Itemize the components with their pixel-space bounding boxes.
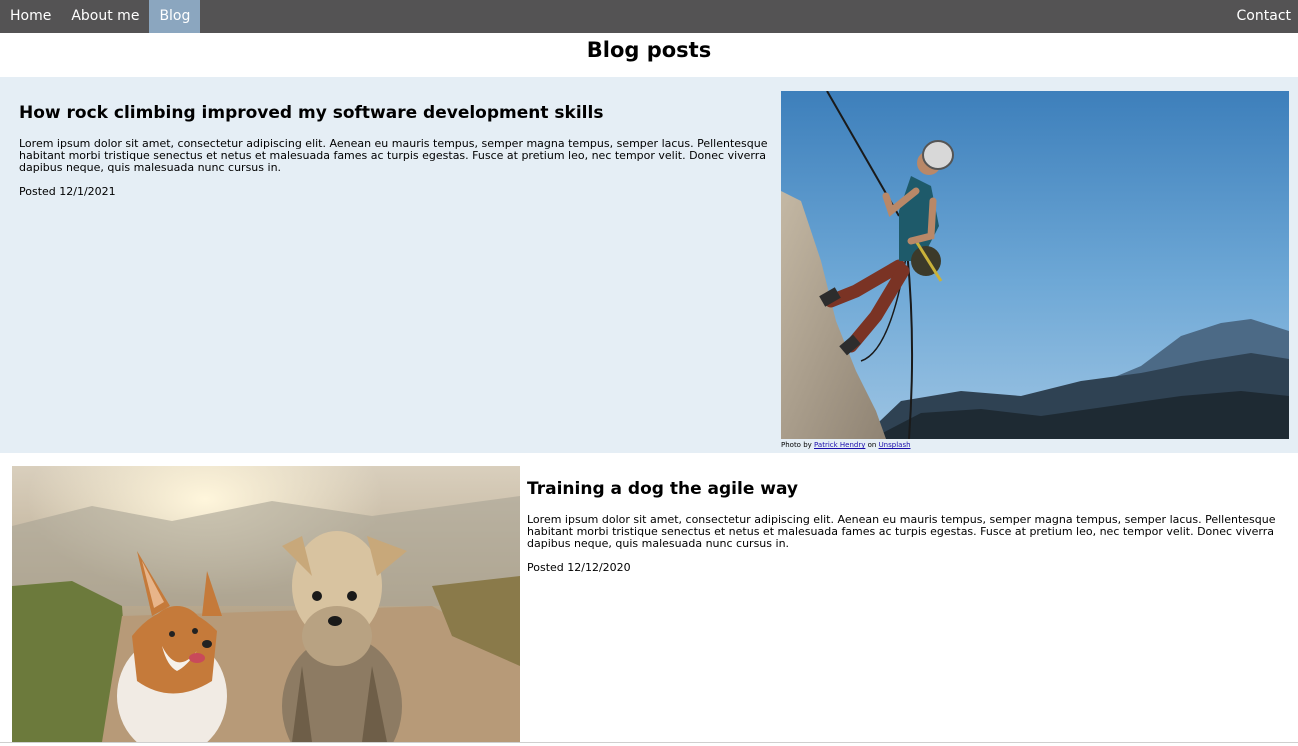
post-body: Lorem ipsum dolor sit amet, consectetur … xyxy=(19,137,768,174)
rock-climber-photo xyxy=(781,91,1289,439)
post-content: How rock climbing improved my software d… xyxy=(19,101,771,199)
post-content: Training a dog the agile way Lorem ipsum… xyxy=(527,477,1283,575)
top-navbar: Home About me Blog Contact xyxy=(0,0,1298,33)
unsplash-link[interactable]: Unsplash xyxy=(879,441,911,449)
page-bottom-divider xyxy=(0,742,1298,743)
nav-home-link[interactable]: Home xyxy=(0,0,61,33)
post-body: Lorem ipsum dolor sit amet, consectetur … xyxy=(527,513,1276,550)
nav-about-link[interactable]: About me xyxy=(61,0,149,33)
blog-post: Training a dog the agile way Lorem ipsum… xyxy=(0,453,1298,746)
photo-credit: Photo by Patrick Hendry on Unsplash xyxy=(781,441,911,450)
nav-contact-link[interactable]: Contact xyxy=(1227,0,1298,33)
photographer-link[interactable]: Patrick Hendry xyxy=(814,441,865,449)
post-title: How rock climbing improved my software d… xyxy=(19,103,604,123)
nav-blog-link[interactable]: Blog xyxy=(149,0,201,33)
page-title: Blog posts xyxy=(586,38,712,62)
dogs-photo xyxy=(12,466,520,742)
post-date: Posted 12/1/2021 xyxy=(19,185,116,198)
credit-prefix: Photo by xyxy=(781,441,815,449)
blog-post: How rock climbing improved my software d… xyxy=(0,77,1298,453)
post-date: Posted 12/12/2020 xyxy=(527,561,631,574)
credit-middle: on xyxy=(865,441,879,449)
post-title: Training a dog the agile way xyxy=(527,479,799,499)
